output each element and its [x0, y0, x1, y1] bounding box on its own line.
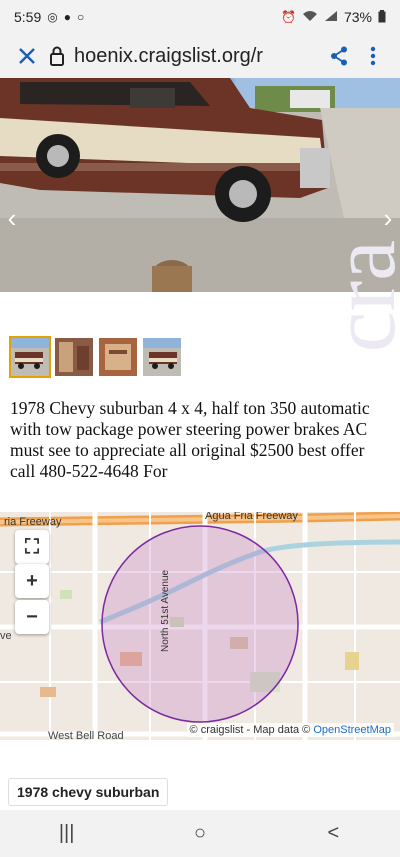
recents-icon[interactable]: |||: [37, 814, 97, 854]
share-icon[interactable]: [322, 39, 356, 73]
attribution-text: © craigslist - Map data ©: [189, 724, 311, 736]
thumbnail-4[interactable]: [141, 336, 183, 378]
battery-percent: 73%: [343, 9, 372, 25]
status-time: 5:59: [14, 9, 42, 25]
thumbnail-2[interactable]: [53, 336, 95, 378]
facebook-icon: ●: [63, 10, 71, 24]
system-nav-bar: ||| ○ <: [0, 810, 400, 857]
dot-icon: ○: [76, 10, 85, 24]
status-bar: 5:59 ◎ ● ○ ⏰ 73%: [0, 0, 400, 34]
openstreetmap-link[interactable]: OpenStreetMap: [313, 724, 391, 736]
map-label-road-bottom: West Bell Road: [48, 730, 124, 740]
browser-toolbar: hoenix.craigslist.org/r: [0, 34, 400, 78]
craigslist-watermark: cra: [312, 240, 400, 353]
map-label-freeway-left: ria Freeway: [4, 516, 62, 528]
map-label-avenue: North 51st Avenue: [160, 569, 171, 652]
url-field[interactable]: hoenix.craigslist.org/r: [70, 45, 322, 68]
alarm-icon: ⏰: [281, 10, 296, 24]
chevron-right-icon[interactable]: ›: [376, 198, 400, 238]
thumbnail-strip: [9, 336, 183, 378]
thumbnail-3[interactable]: [97, 336, 139, 378]
map-label-left-edge: ve: [0, 630, 12, 642]
signal-icon: [324, 10, 338, 24]
battery-icon: [378, 9, 386, 25]
lock-icon[interactable]: [44, 39, 70, 73]
zoom-in-button[interactable]: +: [15, 564, 49, 598]
location-map[interactable]: ria Freeway Agua Fria Freeway North 51st…: [0, 512, 400, 740]
listing-title: 1978 chevy suburban: [8, 778, 169, 806]
thumbnail-1[interactable]: [9, 336, 51, 378]
notification-icon: ◎: [47, 10, 58, 24]
listing-description: 1978 Chevy suburban 4 x 4, half ton 350 …: [10, 398, 370, 481]
more-vert-icon[interactable]: [356, 39, 390, 73]
home-icon[interactable]: ○: [170, 814, 230, 854]
close-icon[interactable]: [10, 39, 44, 73]
chevron-left-icon[interactable]: ‹: [0, 198, 24, 238]
back-icon[interactable]: <: [303, 814, 363, 854]
map-label-freeway-top: Agua Fria Freeway: [205, 512, 298, 522]
wifi-icon: [302, 10, 318, 24]
map-attribution: © craigslist - Map data © OpenStreetMap: [186, 723, 394, 737]
zoom-out-button[interactable]: −: [15, 600, 49, 634]
fullscreen-button[interactable]: ⛶: [15, 530, 49, 564]
